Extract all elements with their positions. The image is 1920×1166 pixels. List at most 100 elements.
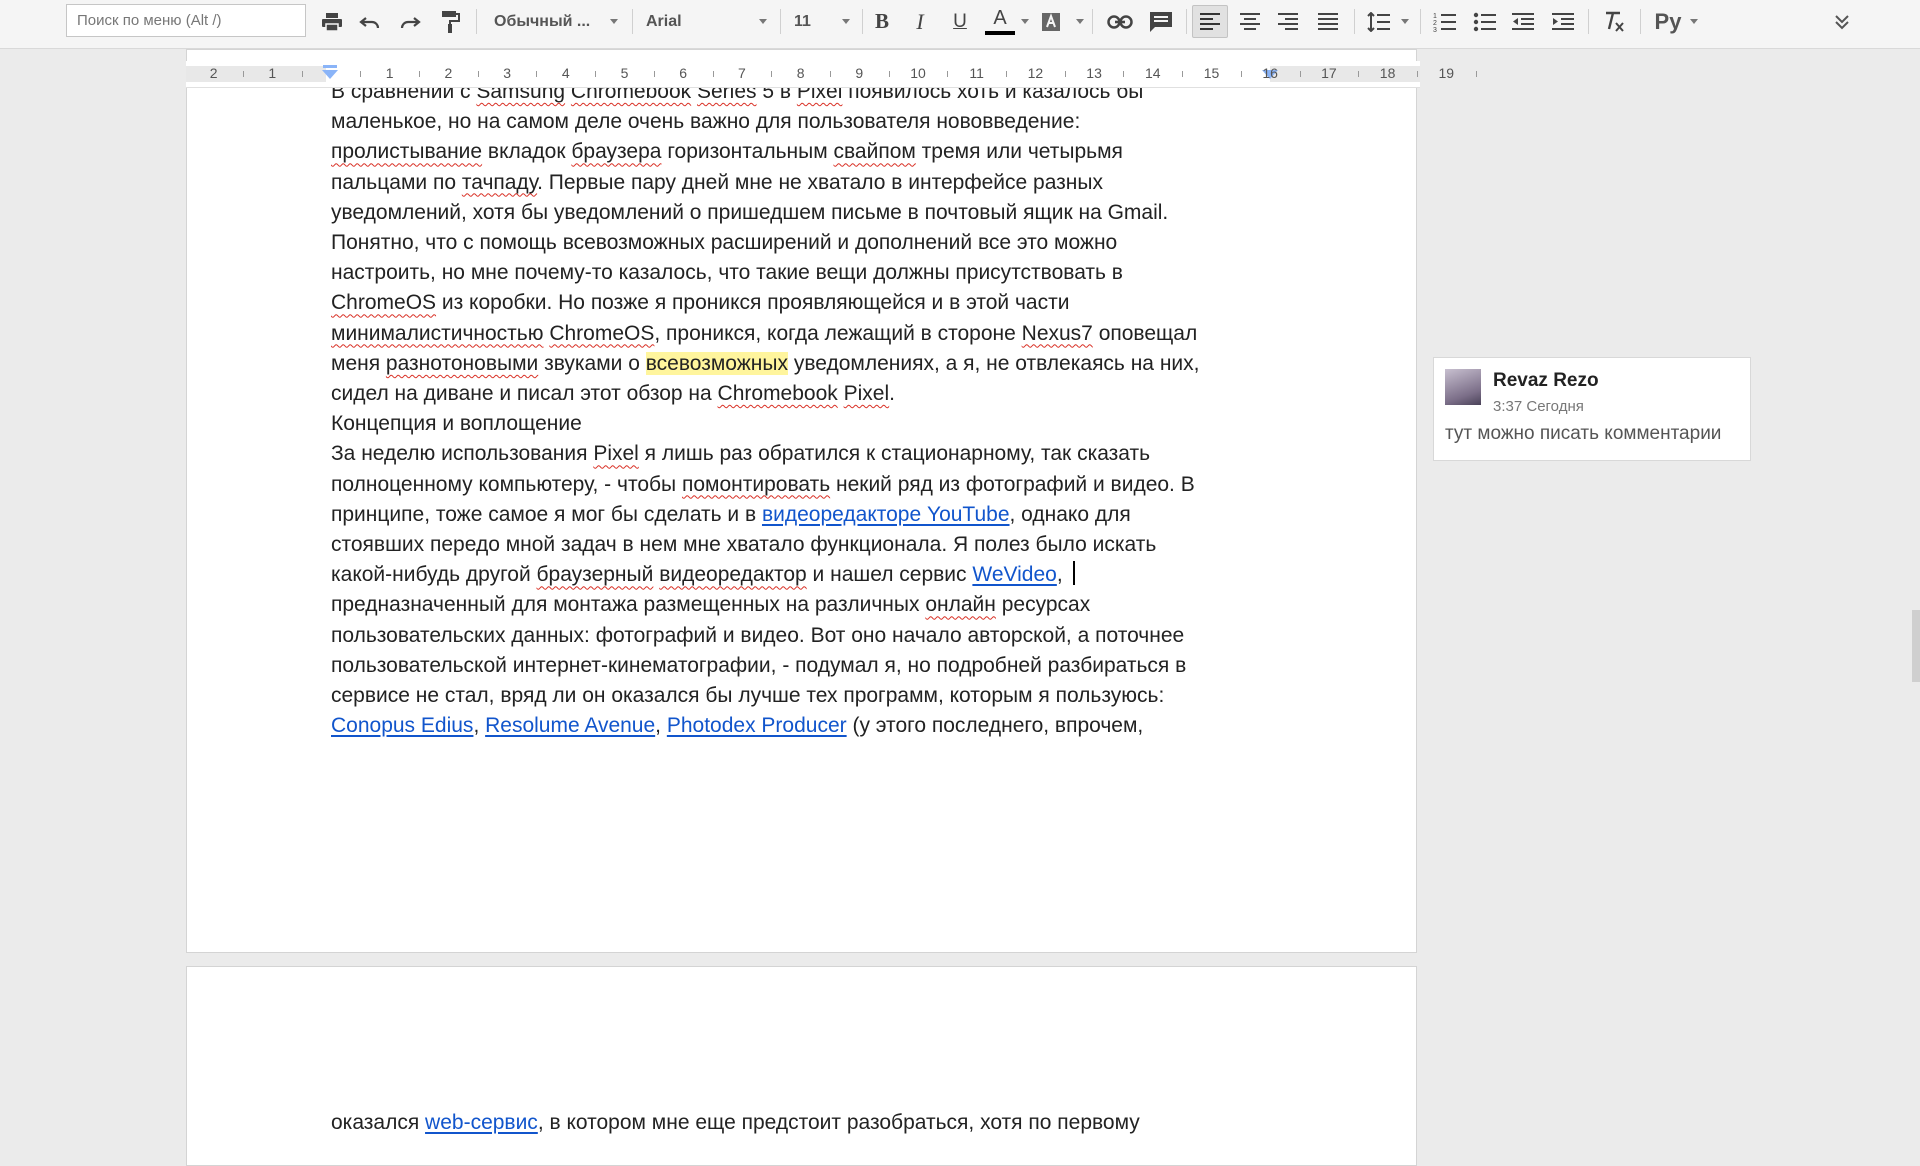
misspelled-word[interactable]: Pixel <box>593 442 639 465</box>
hyperlink[interactable]: WeVideo <box>972 563 1056 586</box>
highlight-color-icon[interactable] <box>1036 6 1066 37</box>
ruler-tick <box>419 71 421 77</box>
misspelled-word[interactable]: свайпом <box>834 140 916 163</box>
misspelled-word[interactable]: минималистичностью <box>331 322 543 345</box>
comment-card[interactable]: Revaz Rezo 3:37 Сегодня тут можно писать… <box>1433 357 1751 461</box>
misspelled-word[interactable]: разнотоновыми <box>386 352 538 375</box>
ruler-tick <box>595 71 597 77</box>
hyperlink[interactable]: видеоредакторе YouTube <box>762 503 1010 526</box>
hyperlink[interactable]: web-сервис <box>425 1111 538 1134</box>
svg-text:2: 2 <box>1433 20 1437 27</box>
menu-search-input[interactable] <box>66 4 306 37</box>
decrease-indent-icon[interactable] <box>1508 6 1538 37</box>
misspelled-word[interactable]: видеоредактор <box>659 563 807 586</box>
clear-formatting-icon[interactable] <box>1598 6 1630 37</box>
hyperlink[interactable]: Conopus Edius <box>331 714 473 737</box>
text-run: пальцами по <box>331 170 462 194</box>
increase-indent-icon[interactable] <box>1548 6 1578 37</box>
misspelled-word[interactable]: онлайн <box>925 593 996 616</box>
hyperlink[interactable]: Photodex Producer <box>667 714 847 737</box>
ruler-tick <box>771 71 773 77</box>
misspelled-word[interactable]: браузерный <box>537 563 654 586</box>
chevron-down-icon[interactable] <box>1401 19 1409 24</box>
ruler-tick <box>360 71 362 77</box>
bold-button[interactable]: B <box>868 6 896 37</box>
hyperlink[interactable]: Resolume Avenue <box>485 714 655 737</box>
page-body-text[interactable]: оказался web-сервис, в котором мне еще п… <box>331 1108 1140 1138</box>
page-body-text[interactable]: В сравнении с Samsung Chromebook Series … <box>331 77 1199 741</box>
ruler-number: 19 <box>1438 65 1455 81</box>
toolbar-separator <box>632 9 633 34</box>
text-color-swatch <box>985 31 1015 35</box>
ruler-tick <box>1299 71 1301 77</box>
print-icon[interactable] <box>318 6 346 37</box>
bulleted-list-icon[interactable] <box>1470 6 1500 37</box>
text-run: я лишь раз обратился к стационарному, та… <box>638 442 1151 466</box>
text-run: маленькое, но на самом деле очень важно … <box>331 110 1081 134</box>
misspelled-word[interactable]: ChromeOS <box>331 291 436 314</box>
text-run: и нашел сервис <box>806 563 973 587</box>
left-indent-marker[interactable] <box>322 70 338 79</box>
misspelled-word[interactable]: помонтировать <box>682 473 830 496</box>
ruler-tick <box>1064 71 1066 77</box>
text-run: звуками о <box>538 351 646 375</box>
align-center-icon[interactable] <box>1236 6 1264 37</box>
misspelled-word[interactable]: Chromebook <box>718 382 838 405</box>
collapse-icon[interactable] <box>1828 6 1856 37</box>
text-run: . <box>889 382 895 406</box>
link-icon[interactable] <box>1104 6 1136 37</box>
text-color-button[interactable]: A <box>984 6 1016 37</box>
horizontal-ruler[interactable]: 2 1 1 2 3 4 5 6 7 8 9 10 11 12 13 14 15 16 17 18 19 <box>186 61 1477 88</box>
paragraph-style-dropdown[interactable]: Обычный ... <box>494 6 624 37</box>
line-spacing-icon[interactable] <box>1364 6 1394 37</box>
comment-icon[interactable] <box>1146 6 1176 37</box>
ruler-number: 16 <box>1262 65 1278 81</box>
font-value: Arial <box>646 12 682 30</box>
ruler-number: 2 <box>209 65 218 81</box>
font-dropdown[interactable]: Arial <box>646 6 772 37</box>
avatar <box>1445 369 1481 405</box>
toolbar-separator <box>1186 9 1187 34</box>
chevron-down-icon[interactable] <box>1690 19 1698 24</box>
first-line-indent-marker[interactable] <box>323 65 337 68</box>
align-right-icon[interactable] <box>1274 6 1302 37</box>
undo-icon[interactable] <box>356 6 384 37</box>
text-line: настроить, но мне почему-то казалось, чт… <box>331 258 1199 288</box>
ruler-number: 1 <box>268 65 277 81</box>
underline-button[interactable]: U <box>946 6 974 37</box>
ruler-tick <box>712 71 714 77</box>
italic-button[interactable]: I <box>906 6 934 37</box>
chevron-down-icon[interactable] <box>1021 19 1029 24</box>
ruler-number: 13 <box>1086 65 1102 81</box>
misspelled-word[interactable]: тачпаду <box>462 171 537 194</box>
text-line: какой-нибудь другой браузерный видеореда… <box>331 560 1199 590</box>
align-left-icon[interactable] <box>1192 5 1228 38</box>
misspelled-word[interactable]: Nexus7 <box>1022 322 1093 345</box>
paint-format-icon[interactable] <box>436 6 464 37</box>
comment-timestamp: 3:37 Сегодня <box>1493 398 1584 415</box>
redo-icon[interactable] <box>396 6 424 37</box>
text-line: меня разнотоновыми звуками о всевозможны… <box>331 349 1199 379</box>
chevron-down-icon[interactable] <box>1076 19 1084 24</box>
text-run: , в котором мне еще предстоит разобратьс… <box>537 1111 1140 1134</box>
misspelled-word[interactable]: пролистывание <box>331 140 482 163</box>
text-line: уведомлений, хотя бы уведомлений о прише… <box>331 198 1199 228</box>
misspelled-word[interactable]: ChromeOS <box>549 322 654 345</box>
ruler-number: 2 <box>444 65 453 81</box>
misspelled-word[interactable]: Pixel <box>844 382 890 405</box>
numbered-list-icon[interactable]: 123 <box>1430 6 1460 37</box>
ruler-number: 9 <box>855 65 864 81</box>
text-run: пользовательской интернет-кинематографии… <box>331 653 1187 677</box>
align-justify-icon[interactable] <box>1314 6 1342 37</box>
scrollbar-thumb[interactable] <box>1912 610 1920 682</box>
text-line: принципе, тоже самое я мог бы сделать и … <box>331 500 1199 530</box>
toolbar: Обычный ... Arial 11 B I U A <box>0 0 1920 49</box>
font-size-dropdown[interactable]: 11 <box>794 6 854 37</box>
toolbar-separator <box>476 9 477 34</box>
font-size-value: 11 <box>794 12 811 30</box>
input-tools-button[interactable]: Ру <box>1650 6 1686 37</box>
misspelled-word[interactable]: браузера <box>571 140 661 163</box>
ruler-left-margin <box>186 66 326 82</box>
paragraph-style-value: Обычный ... <box>494 12 591 30</box>
text-run: стоявших передо мной задач в нем мне хва… <box>331 533 1157 557</box>
